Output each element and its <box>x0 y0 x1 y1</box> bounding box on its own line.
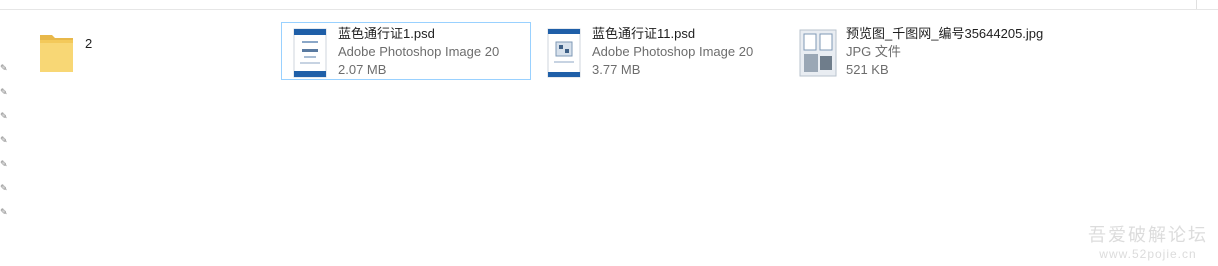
file-name: 蓝色通行证11.psd <box>592 26 696 41</box>
pin-icon[interactable]: ✎ <box>0 136 8 145</box>
pin-icon[interactable]: ✎ <box>0 160 8 169</box>
file-type: Adobe Photoshop Image 20 <box>338 44 500 59</box>
watermark-title: 吾爱破解论坛 <box>1088 225 1208 245</box>
pin-icon[interactable]: ✎ <box>0 88 8 97</box>
folder-item[interactable]: 2 <box>30 22 270 80</box>
folder-name: 2 <box>85 36 93 51</box>
file-name: 蓝色通行证1.psd <box>338 26 435 41</box>
file-size: 521 KB <box>846 62 889 77</box>
file-item-psd-2[interactable]: 蓝色通行证11.psd Adobe Photoshop Image 20 3.7… <box>535 22 785 80</box>
file-type: Adobe Photoshop Image 20 <box>592 44 754 59</box>
file-type: JPG 文件 <box>846 44 901 59</box>
forum-watermark: 吾爱破解论坛 www.52pojie.cn <box>1088 224 1208 262</box>
photoshop-doc-thumb-icon <box>547 28 581 78</box>
pin-icon[interactable]: ✎ <box>0 184 8 193</box>
folder-icon <box>40 35 73 72</box>
pin-icon[interactable]: ✎ <box>0 208 8 217</box>
header-strip <box>0 0 1218 10</box>
file-item-psd-1[interactable]: 蓝色通行证1.psd Adobe Photoshop Image 20 2.07… <box>281 22 531 80</box>
scroll-edge <box>1196 0 1197 9</box>
quick-access-pins: ✎ ✎ ✎ ✎ ✎ ✎ ✎ <box>0 58 8 228</box>
file-size: 2.07 MB <box>338 62 387 77</box>
jpg-preview-thumb-icon <box>799 29 837 77</box>
file-item-jpg[interactable]: 预览图_千图网_编号35644205.jpg JPG 文件 521 KB <box>789 22 1049 80</box>
photoshop-doc-thumb-icon <box>293 28 327 78</box>
watermark-url: www.52pojie.cn <box>1099 247 1197 261</box>
file-size: 3.77 MB <box>592 62 641 77</box>
file-name: 预览图_千图网_编号35644205.jpg <box>846 26 1044 41</box>
pin-icon[interactable]: ✎ <box>0 112 8 121</box>
pin-icon[interactable]: ✎ <box>0 64 8 73</box>
